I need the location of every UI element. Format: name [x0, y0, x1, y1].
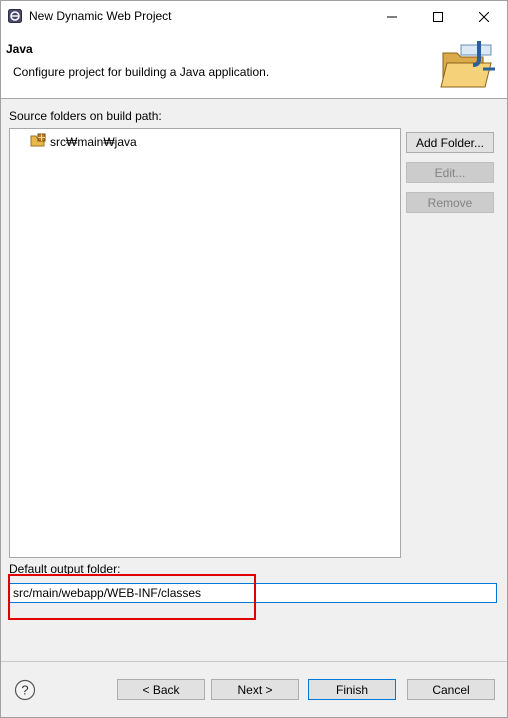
- minimize-icon: [387, 16, 397, 17]
- close-button[interactable]: [461, 1, 507, 32]
- title-bar: New Dynamic Web Project: [1, 1, 507, 32]
- close-icon: [479, 11, 489, 22]
- footer-separator: [1, 661, 507, 662]
- finish-button[interactable]: Finish: [308, 679, 396, 700]
- output-folder-input[interactable]: [9, 583, 497, 603]
- package-folder-icon: [30, 133, 46, 150]
- default-output-folder-label: Default output folder:: [9, 562, 121, 576]
- tree-item-src-main-java[interactable]: src₩main₩java: [30, 133, 137, 150]
- dialog-window: New Dynamic Web Project Java Configure p…: [0, 0, 508, 718]
- next-button[interactable]: Next >: [211, 679, 299, 700]
- edit-button[interactable]: Edit...: [406, 162, 494, 183]
- java-folder-icon: [439, 39, 499, 93]
- source-folders-label: Source folders on build path:: [9, 109, 162, 123]
- maximize-button[interactable]: [415, 1, 461, 32]
- window-title: New Dynamic Web Project: [29, 9, 172, 23]
- help-icon[interactable]: ?: [14, 679, 36, 701]
- remove-button[interactable]: Remove: [406, 192, 494, 213]
- page-title: Java: [6, 42, 33, 56]
- page-header: Java Configure project for building a Ja…: [1, 32, 507, 99]
- svg-text:?: ?: [21, 683, 28, 698]
- back-button[interactable]: < Back: [117, 679, 205, 700]
- source-folders-tree[interactable]: src₩main₩java: [9, 128, 401, 558]
- eclipse-app-icon: [8, 9, 22, 23]
- tree-item-label: src₩main₩java: [50, 134, 137, 149]
- cancel-button[interactable]: Cancel: [407, 679, 495, 700]
- minimize-button[interactable]: [369, 1, 415, 32]
- add-folder-button[interactable]: Add Folder...: [406, 132, 494, 153]
- page-description: Configure project for building a Java ap…: [13, 65, 270, 79]
- maximize-icon: [433, 11, 443, 22]
